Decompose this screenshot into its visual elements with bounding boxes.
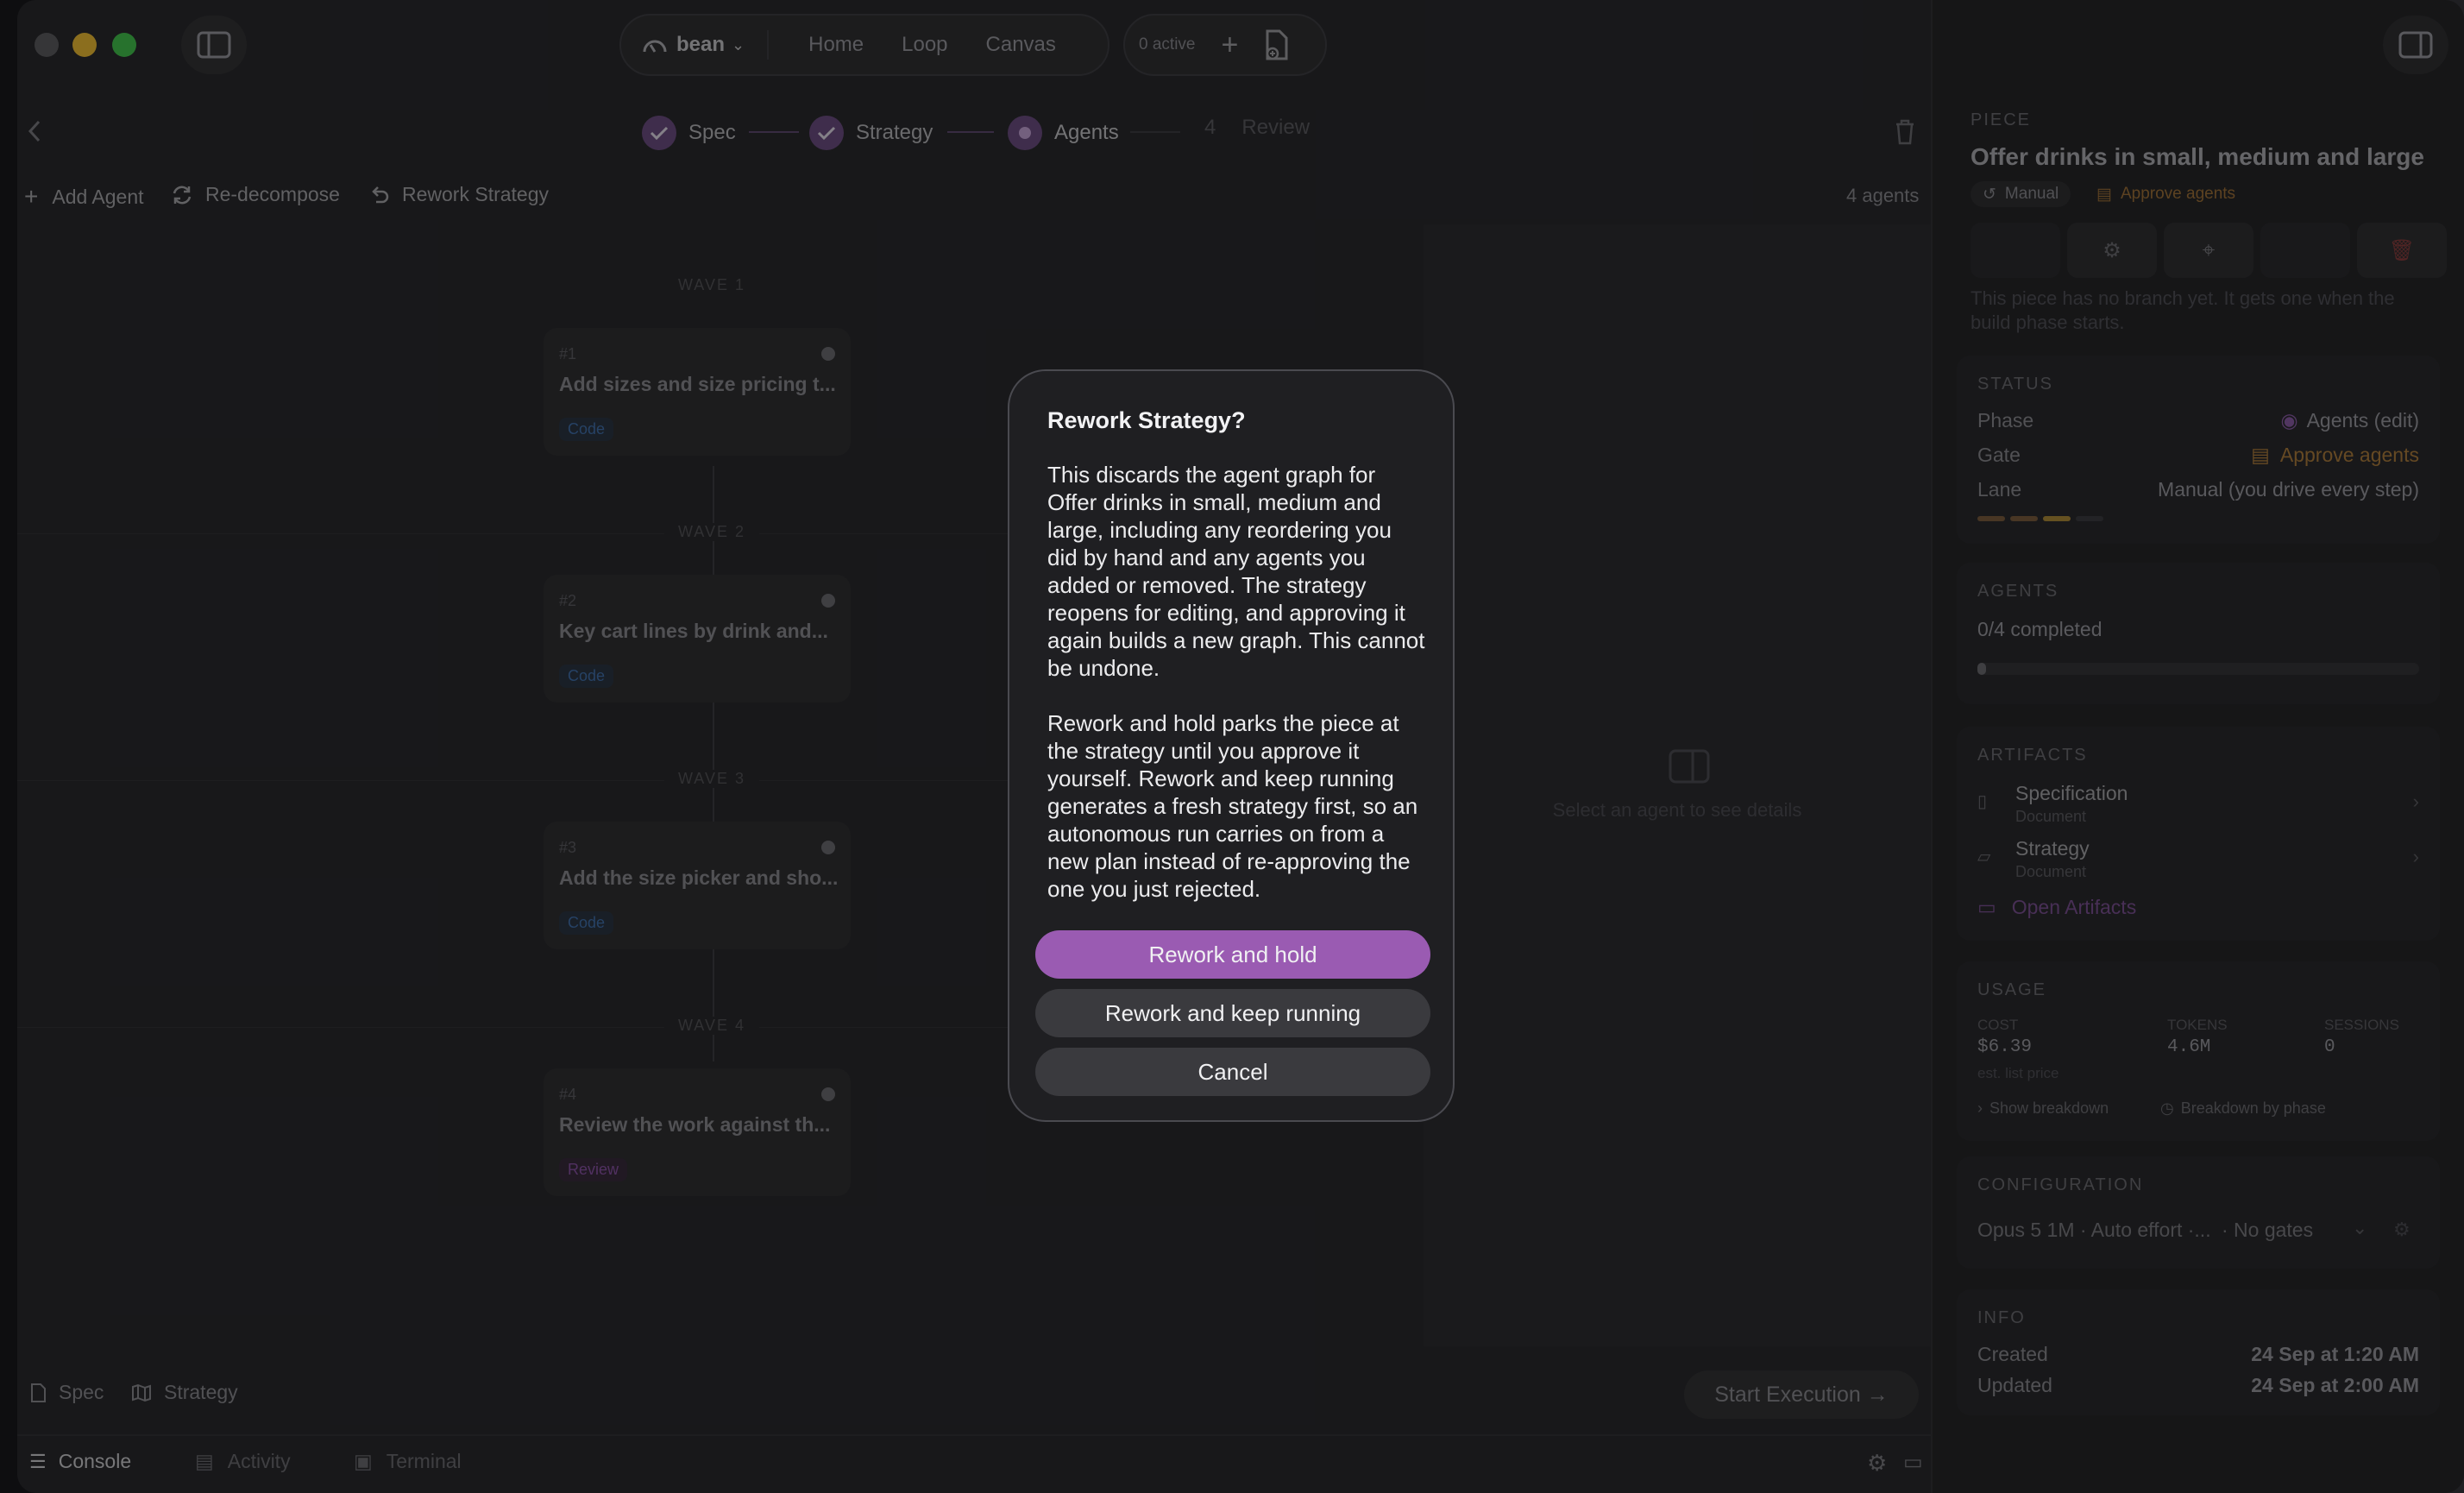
rework-and-hold-button[interactable]: Rework and hold	[1035, 930, 1430, 979]
rework-strategy-dialog: Rework Strategy? This discards the agent…	[1008, 369, 1455, 1122]
dialog-body: This discards the agent graph for Offer …	[1047, 461, 1427, 930]
dialog-paragraph: Rework and hold parks the piece at the s…	[1047, 710, 1418, 902]
dialog-title: Rework Strategy?	[1047, 407, 1246, 433]
dialog-paragraph: This discards the agent graph for Offer …	[1047, 462, 1425, 681]
rework-and-keep-running-button[interactable]: Rework and keep running	[1035, 989, 1430, 1037]
cancel-button[interactable]: Cancel	[1035, 1048, 1430, 1096]
